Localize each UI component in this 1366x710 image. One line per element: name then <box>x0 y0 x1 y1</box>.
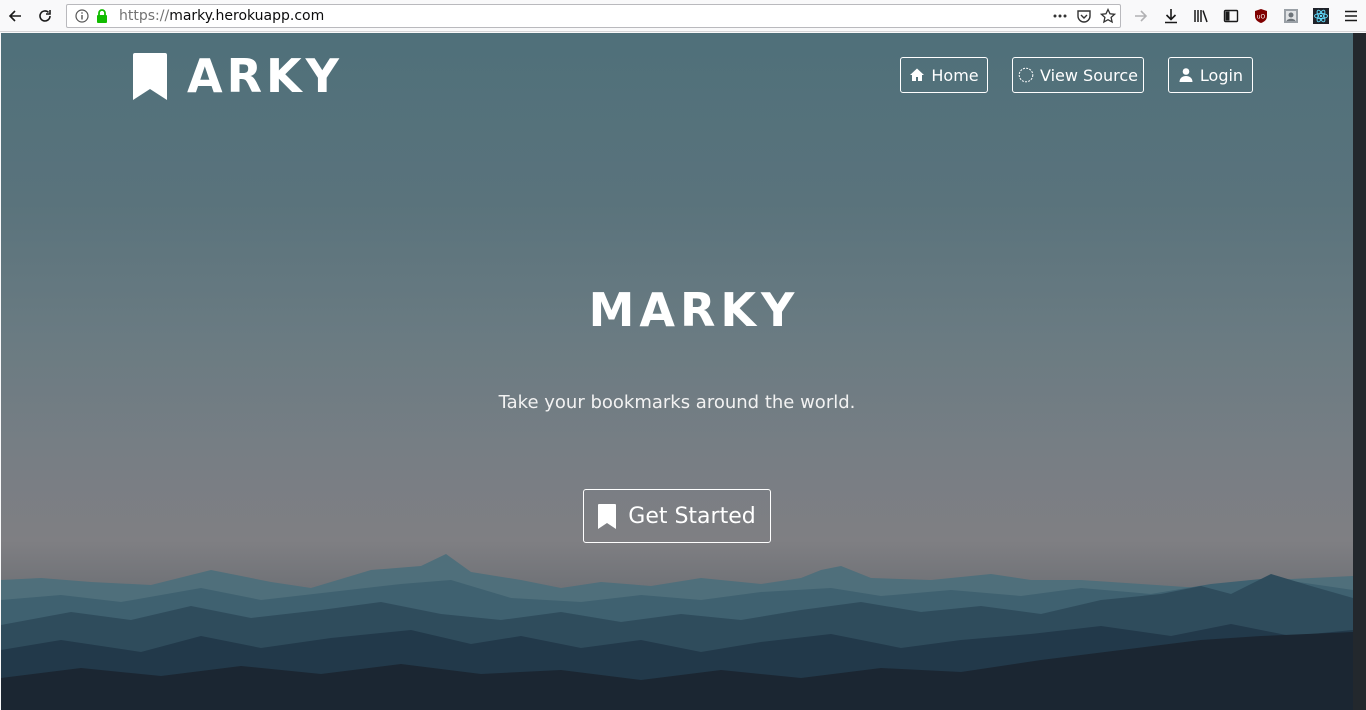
user-icon <box>1179 68 1193 82</box>
bookmark-icon <box>133 52 167 100</box>
extension-icon[interactable] <box>1280 5 1302 27</box>
view-source-button[interactable]: View Source <box>1012 57 1144 93</box>
bookmark-icon <box>598 503 617 529</box>
lock-icon <box>97 9 107 23</box>
page-scrollbar[interactable] <box>1353 33 1366 710</box>
mountain-landscape <box>1 554 1353 710</box>
page-viewport: ARKY Home View Source Login MARKY Take y… <box>1 33 1353 710</box>
home-button[interactable]: Home <box>900 57 988 93</box>
home-icon <box>910 68 925 81</box>
menu-icon[interactable] <box>1340 5 1362 27</box>
downloads-icon[interactable] <box>1160 5 1182 27</box>
ublock-icon[interactable]: uO <box>1250 5 1272 27</box>
hero-subtitle: Take your bookmarks around the world. <box>498 392 856 413</box>
hero-title: MARKY <box>588 283 800 337</box>
view-source-label: View Source <box>1039 65 1138 85</box>
login-label: Login <box>1199 65 1244 85</box>
browser-toolbar: https://marky.herokuapp.com uO <box>0 0 1366 32</box>
login-button[interactable]: Login <box>1168 57 1253 93</box>
sidebar-icon[interactable] <box>1220 5 1242 27</box>
url-bar[interactable]: https://marky.herokuapp.com <box>66 4 1121 28</box>
url-host: marky.herokuapp.com <box>169 8 325 24</box>
url-actions <box>1052 7 1116 25</box>
svg-text:uO: uO <box>1257 14 1266 21</box>
url-protocol: https:// <box>119 8 170 24</box>
info-icon[interactable] <box>75 9 89 23</box>
get-started-button[interactable]: Get Started <box>583 489 771 543</box>
reload-icon[interactable] <box>34 5 56 27</box>
get-started-label: Get Started <box>628 503 756 529</box>
forward-arrow-icon[interactable] <box>1130 5 1152 27</box>
brand-logo[interactable]: ARKY <box>133 52 343 100</box>
bookmark-star-icon[interactable] <box>1100 8 1116 24</box>
more-actions-icon[interactable] <box>1052 8 1068 24</box>
react-devtools-icon[interactable] <box>1310 5 1332 27</box>
back-icon[interactable] <box>4 5 26 27</box>
library-icon[interactable] <box>1190 5 1212 27</box>
pocket-icon[interactable] <box>1076 8 1092 24</box>
url-text[interactable]: https://marky.herokuapp.com <box>119 8 324 24</box>
home-label: Home <box>931 65 979 85</box>
github-icon <box>1018 67 1034 83</box>
brand-text: ARKY <box>187 49 343 103</box>
